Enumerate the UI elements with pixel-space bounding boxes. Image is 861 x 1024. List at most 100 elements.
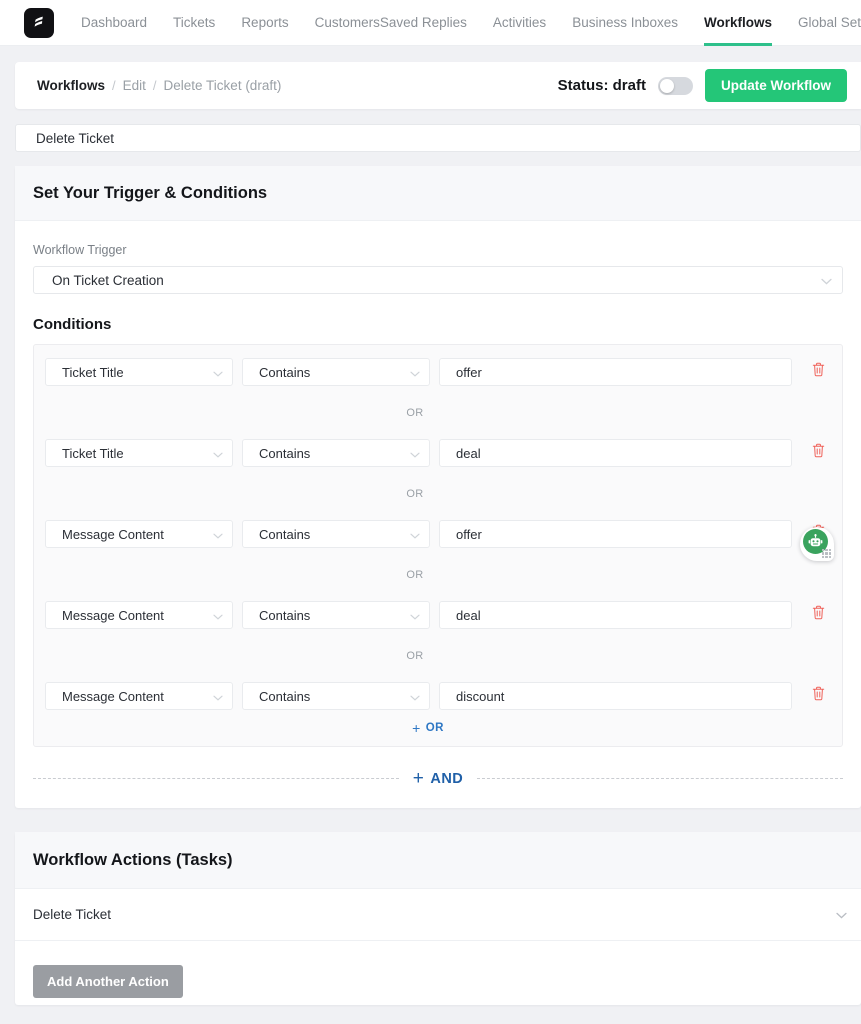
condition-operator-value: Contains	[259, 526, 311, 542]
app-root: Dashboard Tickets Reports Customers Save…	[0, 0, 861, 1024]
workflow-trigger-select[interactable]: On Ticket Creation	[33, 266, 843, 294]
nav-link-reports[interactable]: Reports	[241, 0, 288, 46]
add-and-row: + AND	[33, 769, 843, 788]
breadcrumb-actions: Status: draft Update Workflow	[558, 69, 861, 102]
chevron-down-icon	[410, 608, 420, 623]
delete-condition-button[interactable]	[805, 602, 831, 628]
workflow-trigger-label: Workflow Trigger	[33, 243, 127, 257]
condition-operator-select[interactable]: Contains	[242, 358, 430, 386]
condition-operator-select[interactable]: Contains	[242, 439, 430, 467]
flag-logo-icon	[31, 14, 48, 31]
condition-field-value: Message Content	[62, 688, 164, 704]
divider-right	[477, 778, 843, 779]
add-and-condition-button[interactable]: + AND	[399, 769, 478, 788]
add-or-label: OR	[425, 722, 444, 734]
actions-card-footer: Add Another Action	[15, 941, 861, 998]
trash-icon	[812, 443, 825, 463]
condition-field-select[interactable]: Ticket Title	[45, 439, 233, 467]
condition-operator-select[interactable]: Contains	[242, 601, 430, 629]
condition-field-select[interactable]: Ticket Title	[45, 358, 233, 386]
trigger-card-header: Set Your Trigger & Conditions	[15, 166, 861, 221]
status-toggle[interactable]	[657, 76, 693, 95]
condition-value-input[interactable]	[439, 358, 792, 386]
chevron-down-icon	[821, 273, 832, 288]
top-navigation-bar: Dashboard Tickets Reports Customers Save…	[0, 0, 861, 46]
nav-link-global-settings[interactable]: Global Settings	[798, 0, 861, 46]
nav-link-activities[interactable]: Activities	[493, 0, 546, 46]
condition-value-input[interactable]	[439, 439, 792, 467]
condition-operator-select[interactable]: Contains	[242, 682, 430, 710]
breadcrumb-edit[interactable]: Edit	[123, 78, 146, 93]
add-or-condition-button[interactable]: + OR	[45, 710, 831, 746]
condition-operator-value: Contains	[259, 607, 311, 623]
trash-icon	[812, 686, 825, 706]
or-separator: OR	[45, 386, 831, 439]
nav-link-workflows[interactable]: Workflows	[704, 0, 773, 46]
toggle-knob	[659, 78, 674, 93]
trash-icon	[812, 362, 825, 382]
condition-field-value: Message Content	[62, 607, 164, 623]
chevron-down-icon	[213, 446, 223, 461]
status-label: Status: draft	[557, 77, 646, 94]
add-another-action-button[interactable]: Add Another Action	[33, 965, 183, 998]
chevron-down-icon	[410, 365, 420, 380]
condition-operator-value: Contains	[259, 688, 311, 704]
condition-row: Ticket Title Contains	[45, 358, 831, 386]
plus-icon: +	[412, 768, 425, 789]
actions-card-title: Workflow Actions (Tasks)	[33, 850, 233, 869]
update-workflow-button[interactable]: Update Workflow	[704, 69, 847, 102]
nav-link-customers[interactable]: Customers	[315, 0, 380, 46]
condition-operator-select[interactable]: Contains	[242, 520, 430, 548]
conditions-container: Ticket Title Contains offer OR Ticket Ti…	[33, 344, 843, 747]
trigger-card-title: Set Your Trigger & Conditions	[33, 183, 268, 202]
chevron-down-icon	[213, 365, 223, 380]
chevron-down-icon	[213, 527, 223, 542]
workflow-actions-card: Workflow Actions (Tasks) Delete Ticket A…	[15, 832, 861, 1005]
plus-icon: +	[412, 720, 421, 736]
divider-left	[33, 778, 399, 779]
nav-link-saved-replies[interactable]: Saved Replies	[380, 0, 467, 46]
condition-value-input[interactable]	[439, 520, 792, 548]
nav-link-dashboard[interactable]: Dashboard	[81, 0, 147, 46]
app-logo[interactable]	[24, 7, 54, 38]
condition-value-input[interactable]	[439, 682, 792, 710]
chevron-down-icon	[410, 689, 420, 704]
condition-value-input[interactable]	[439, 601, 792, 629]
or-separator: OR	[45, 467, 831, 520]
condition-row: Message Content Contains	[45, 601, 831, 629]
workflow-name-input[interactable]	[15, 124, 861, 152]
delete-condition-button[interactable]	[805, 359, 831, 385]
condition-field-select[interactable]: Message Content	[45, 601, 233, 629]
nav-link-tickets[interactable]: Tickets	[173, 0, 215, 46]
or-separator-label: OR	[406, 649, 424, 662]
or-separator: OR	[45, 629, 831, 682]
condition-row: Ticket Title Contains	[45, 439, 831, 467]
trash-icon	[812, 605, 825, 625]
condition-field-value: Ticket Title	[62, 364, 124, 380]
conditions-title: Conditions	[33, 316, 112, 333]
add-and-label: AND	[430, 770, 464, 787]
trigger-conditions-card: Set Your Trigger & Conditions Workflow T…	[15, 166, 861, 808]
condition-operator-value: Contains	[259, 364, 311, 380]
nav-link-business-inboxes[interactable]: Business Inboxes	[572, 0, 678, 46]
condition-field-select[interactable]: Message Content	[45, 682, 233, 710]
chevron-down-icon	[410, 527, 420, 542]
breadcrumb-root[interactable]: Workflows	[37, 78, 105, 93]
workflow-trigger-value: On Ticket Creation	[52, 272, 164, 288]
condition-field-value: Ticket Title	[62, 445, 124, 461]
condition-row: Message Content Contains	[45, 520, 831, 548]
chevron-down-icon	[836, 907, 847, 922]
trigger-card-body: Workflow Trigger On Ticket Creation Cond…	[15, 221, 861, 788]
delete-condition-button[interactable]	[805, 440, 831, 466]
breadcrumb-separator: /	[112, 78, 116, 93]
or-separator: OR	[45, 548, 831, 601]
breadcrumb-bar: Workflows / Edit / Delete Ticket (draft)…	[15, 62, 861, 109]
drag-handle-icon[interactable]	[822, 549, 831, 558]
condition-field-select[interactable]: Message Content	[45, 520, 233, 548]
action-item-label: Delete Ticket	[33, 907, 112, 922]
delete-condition-button[interactable]	[805, 683, 831, 709]
chat-bot-widget[interactable]	[800, 527, 834, 561]
actions-card-header: Workflow Actions (Tasks)	[15, 832, 861, 889]
action-item[interactable]: Delete Ticket	[15, 889, 861, 941]
primary-nav-links: Dashboard Tickets Reports Customers	[81, 0, 380, 46]
